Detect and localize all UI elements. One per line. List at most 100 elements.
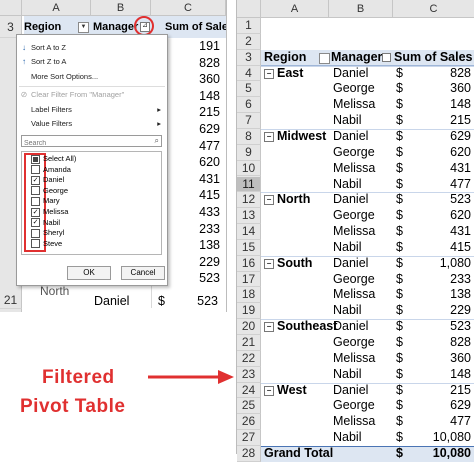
checkbox-unchecked-icon[interactable] bbox=[31, 196, 40, 206]
right-row-header[interactable]: 2 bbox=[237, 33, 261, 50]
search-input[interactable] bbox=[22, 139, 144, 148]
checkbox-unchecked-icon[interactable] bbox=[31, 186, 40, 196]
filter-item[interactable]: ✓ Melissa bbox=[31, 207, 68, 217]
collapse-icon[interactable]: − bbox=[264, 322, 274, 333]
right-row-header[interactable]: 8 bbox=[237, 128, 261, 145]
right-row-header[interactable]: 11 bbox=[237, 176, 261, 193]
pivot-manager-cell: George bbox=[333, 208, 375, 223]
ok-button[interactable]: OK bbox=[67, 266, 111, 280]
pivot-value-cell: 360 bbox=[450, 350, 471, 365]
pivot-currency-cell: $ bbox=[396, 176, 403, 191]
right-row-header[interactable]: 9 bbox=[237, 144, 261, 161]
right-row-header[interactable]: 25 bbox=[237, 398, 261, 415]
filter-dropdown-menu[interactable]: ↓ Sort A to Z ↑ Sort Z to A More Sort Opti… bbox=[16, 34, 168, 286]
pivot-region-cell[interactable]: − Midwest bbox=[264, 129, 326, 145]
filter-item-label: Mary bbox=[43, 196, 60, 206]
pivot-region-cell[interactable]: − East bbox=[264, 66, 303, 82]
pivot-region-cell[interactable]: − West bbox=[264, 383, 307, 399]
pivot-region-cell[interactable]: − North bbox=[264, 192, 310, 208]
right-row-header[interactable]: 10 bbox=[237, 160, 261, 177]
pivot-currency-cell: $ bbox=[396, 303, 403, 318]
checkbox-checked-icon[interactable]: ✓ bbox=[31, 207, 40, 217]
right-row-header[interactable]: 16 bbox=[237, 255, 261, 272]
label-filters-item[interactable]: Label Filters ▸ bbox=[17, 105, 167, 114]
pivot-region-cell[interactable]: − Southeast bbox=[264, 319, 337, 335]
right-row-header[interactable]: 14 bbox=[237, 224, 261, 240]
right-row-header[interactable]: 1 bbox=[237, 18, 261, 34]
filter-item[interactable]: Steve bbox=[31, 239, 62, 249]
collapse-icon[interactable]: − bbox=[264, 195, 274, 206]
right-row-header[interactable]: 23 bbox=[237, 366, 261, 383]
left-col-a[interactable]: A bbox=[22, 0, 91, 16]
pivot-value-cell: 215 bbox=[450, 382, 471, 397]
pivot-region-cell[interactable]: − South bbox=[264, 256, 312, 272]
collapse-icon[interactable]: − bbox=[264, 258, 274, 269]
right-row-header[interactable]: 15 bbox=[237, 239, 261, 256]
filter-item[interactable]: Mary bbox=[31, 196, 60, 206]
checkbox-partial-icon[interactable] bbox=[31, 154, 40, 164]
value-filters-item[interactable]: Value Filters ▸ bbox=[17, 119, 167, 128]
right-row-header[interactable]: 20 bbox=[237, 319, 261, 335]
region-filter-dropdown-icon[interactable] bbox=[319, 52, 330, 64]
collapse-icon[interactable]: − bbox=[264, 68, 274, 79]
right-row-header[interactable]: 5 bbox=[237, 81, 261, 98]
checkbox-checked-icon[interactable]: ✓ bbox=[31, 175, 40, 185]
pivot-value-cell: 629 bbox=[450, 398, 471, 413]
pivot-currency-cell: $ bbox=[396, 144, 403, 159]
right-row-header[interactable]: 22 bbox=[237, 350, 261, 367]
pivot-manager-cell: Daniel bbox=[333, 319, 369, 334]
filter-item[interactable]: ✓ Nabil bbox=[31, 218, 60, 228]
pivot-currency-cell: $ bbox=[396, 366, 403, 381]
left-col-c[interactable]: C bbox=[151, 0, 226, 16]
right-row-header[interactable]: 4 bbox=[237, 65, 261, 82]
collapse-icon[interactable]: − bbox=[264, 385, 274, 396]
search-box[interactable]: ⌕ bbox=[21, 135, 162, 148]
right-row-header[interactable]: 13 bbox=[237, 208, 261, 225]
checkbox-checked-icon[interactable]: ✓ bbox=[31, 218, 40, 228]
right-row-header[interactable]: 24 bbox=[237, 382, 261, 399]
collapse-icon[interactable]: − bbox=[264, 131, 274, 142]
checkbox-unchecked-icon[interactable] bbox=[31, 228, 40, 238]
pivot-value-cell: 828 bbox=[450, 65, 471, 80]
left-row-header-21[interactable]: 21 bbox=[0, 291, 22, 309]
checkbox-unchecked-icon[interactable] bbox=[31, 165, 40, 175]
right-row-header[interactable]: 12 bbox=[237, 192, 261, 209]
right-col-a[interactable]: A bbox=[261, 0, 329, 18]
filter-item[interactable]: Sheryl bbox=[31, 228, 64, 238]
pivot-currency-cell: $ bbox=[396, 192, 403, 207]
pivot-currency-cell: $ bbox=[396, 255, 403, 270]
pivot-currency-cell: $ bbox=[396, 208, 403, 223]
right-row-header[interactable]: 7 bbox=[237, 113, 261, 129]
right-col-c[interactable]: C bbox=[393, 0, 474, 18]
region-filter-dropdown-icon[interactable]: ▼ bbox=[78, 22, 89, 33]
right-row-header[interactable]: 17 bbox=[237, 271, 261, 288]
more-sort-options-item[interactable]: More Sort Options... bbox=[17, 72, 98, 81]
filter-item[interactable]: George bbox=[31, 186, 68, 196]
right-row-header[interactable]: 26 bbox=[237, 414, 261, 431]
pivot-manager-cell: Daniel bbox=[333, 192, 369, 207]
clear-filter-item[interactable]: ⊘ Clear Filter From "Manager" bbox=[17, 90, 125, 99]
sort-z-a-item[interactable]: ↑ Sort Z to A bbox=[17, 57, 66, 66]
right-row-header[interactable]: 3 bbox=[237, 49, 261, 66]
sort-a-z-item[interactable]: ↓ Sort A to Z bbox=[17, 43, 66, 52]
filter-item[interactable]: Amanda bbox=[31, 165, 71, 175]
right-row-header[interactable]: 18 bbox=[237, 287, 261, 304]
cancel-button[interactable]: Cancel bbox=[121, 266, 165, 280]
manager-filter-applied-icon[interactable] bbox=[382, 52, 391, 62]
checkbox-unchecked-icon[interactable] bbox=[31, 239, 40, 249]
right-row-header[interactable]: 27 bbox=[237, 430, 261, 446]
filter-item[interactable]: ✓ Daniel bbox=[31, 175, 64, 185]
region-label: East bbox=[277, 65, 304, 80]
pivot-manager-cell: Nabil bbox=[333, 303, 362, 318]
pivot-manager-cell: Melissa bbox=[333, 97, 376, 112]
right-row-header[interactable]: 19 bbox=[237, 303, 261, 320]
left-row21-manager: Daniel bbox=[94, 294, 130, 308]
pivot-manager-cell: Nabil bbox=[333, 113, 362, 128]
clear-filter-icon: ⊘ bbox=[20, 90, 28, 99]
left-col-b[interactable]: B bbox=[91, 0, 151, 16]
right-row-header[interactable]: 21 bbox=[237, 335, 261, 351]
filter-item[interactable]: Select All) bbox=[31, 154, 76, 164]
pivot-value-cell: 415 bbox=[450, 239, 471, 254]
right-row-header[interactable]: 6 bbox=[237, 97, 261, 114]
right-col-b[interactable]: B bbox=[329, 0, 393, 18]
